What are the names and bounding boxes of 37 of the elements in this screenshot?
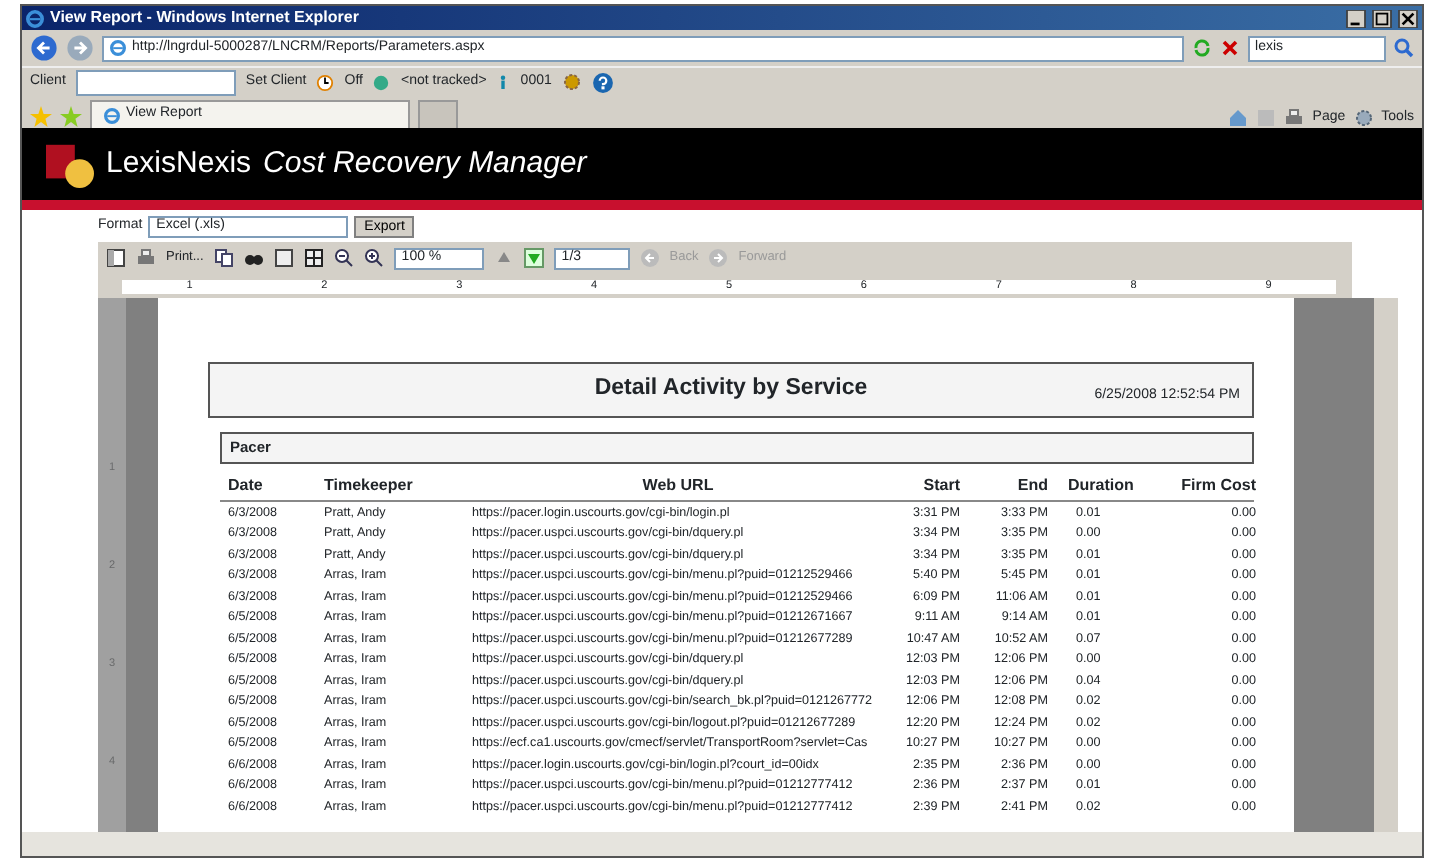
column-header: Web URL — [640, 474, 716, 498]
column-header: Date — [228, 474, 265, 498]
previous-page-icon[interactable] — [493, 248, 514, 268]
star-icon[interactable] — [30, 106, 52, 128]
copy-icon[interactable] — [213, 248, 234, 268]
column-header: Start — [921, 474, 960, 498]
column-header: Timekeeper — [324, 474, 415, 498]
page-icon — [104, 107, 120, 123]
zoom-in-icon[interactable] — [363, 248, 384, 268]
multi-page-icon[interactable] — [303, 248, 324, 268]
page-icon — [110, 40, 126, 56]
panel-icon[interactable] — [106, 248, 126, 268]
column-header: Duration — [1066, 474, 1136, 498]
gear-icon[interactable] — [561, 72, 582, 92]
gear-icon[interactable] — [1353, 108, 1374, 128]
clock-icon[interactable] — [316, 73, 335, 91]
help-icon[interactable] — [591, 71, 614, 93]
column-header: Firm Cost — [1179, 474, 1256, 498]
single-page-icon[interactable] — [273, 248, 294, 268]
minimize-icon[interactable] — [1346, 9, 1366, 27]
printer-icon[interactable] — [136, 248, 156, 268]
product-name: Cost Recovery Manager — [263, 143, 587, 184]
refresh-icon[interactable] — [1191, 38, 1212, 58]
column-header: End — [1015, 474, 1048, 498]
window-title: View Report - Windows Internet Explorer — [50, 6, 359, 30]
maximize-icon[interactable] — [1372, 9, 1392, 27]
zoom-out-icon[interactable] — [333, 248, 354, 268]
search-icon[interactable] — [1394, 38, 1414, 58]
next-page-icon[interactable] — [523, 248, 544, 268]
report-title: Detail Activity by Service — [594, 374, 868, 405]
browser-logo-icon — [26, 9, 44, 27]
stop-icon[interactable] — [1219, 38, 1240, 58]
brand-name: LexisNexis — [106, 143, 252, 184]
person-icon[interactable] — [496, 72, 511, 92]
client-dropdown[interactable] — [75, 69, 236, 95]
close-icon[interactable] — [1398, 9, 1418, 27]
printer-icon[interactable] — [1284, 108, 1305, 128]
